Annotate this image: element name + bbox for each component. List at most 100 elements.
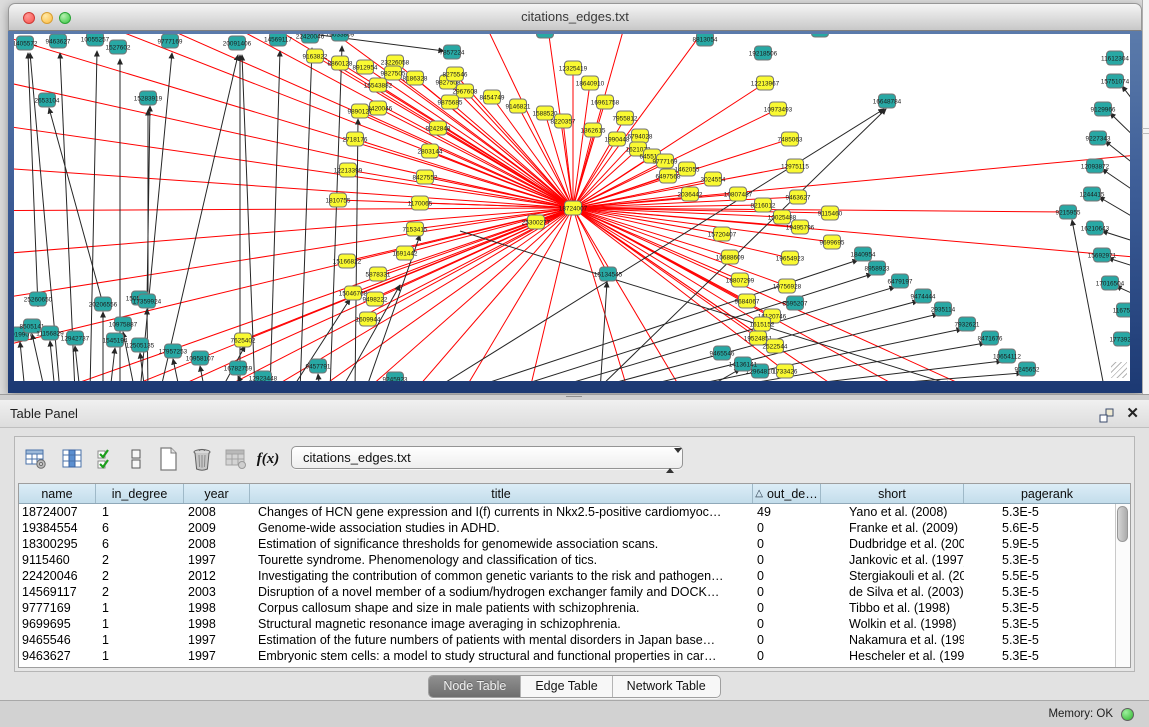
graph-edge-black[interactable] bbox=[1099, 197, 1130, 221]
graph-node[interactable]: 15692971 bbox=[1088, 248, 1117, 262]
canvas-resize-grip[interactable] bbox=[1111, 362, 1127, 378]
table-row[interactable]: 977716911998Corpus callosum shape and si… bbox=[19, 600, 1130, 616]
graph-edge-black[interactable] bbox=[200, 366, 205, 381]
table-column-icon[interactable] bbox=[57, 444, 87, 474]
graph-edge-black[interactable] bbox=[1105, 141, 1130, 176]
zoom-window-button[interactable] bbox=[59, 12, 71, 24]
tab-node-table[interactable]: Node Table bbox=[429, 676, 521, 697]
table-selector-dropdown[interactable]: citations_edges.txt bbox=[291, 446, 683, 469]
graph-edge-black[interactable] bbox=[600, 282, 607, 381]
graph-node[interactable]: 8471676 bbox=[978, 331, 1003, 345]
graph-edge-black[interactable] bbox=[330, 46, 342, 381]
graph-edge-black[interactable] bbox=[355, 119, 358, 381]
graph-node[interactable]: 15751074 bbox=[1101, 74, 1130, 88]
graph-node[interactable]: 8186328 bbox=[403, 71, 428, 85]
graph-node[interactable]: 8860128 bbox=[328, 56, 353, 70]
table-row[interactable]: 1830029562008Estimation of significance … bbox=[19, 536, 1130, 552]
graph-edge-red[interactable] bbox=[14, 61, 573, 208]
graph-node[interactable]: 2653104 bbox=[35, 93, 60, 107]
graph-node[interactable]: 18807299 bbox=[726, 273, 755, 287]
column-header-in_degree[interactable]: in_degree bbox=[96, 484, 184, 503]
graph-node[interactable]: 14569117 bbox=[264, 34, 292, 46]
graph-node[interactable]: 8958923 bbox=[865, 261, 890, 275]
graph-node[interactable]: 1810755 bbox=[326, 193, 351, 207]
graph-edge-red[interactable] bbox=[14, 208, 573, 311]
float-panel-icon[interactable] bbox=[1098, 406, 1115, 423]
graph-node[interactable]: 15134545 bbox=[594, 267, 623, 281]
graph-window-titlebar[interactable]: citations_edges.txt bbox=[8, 3, 1142, 31]
column-header-name[interactable]: name bbox=[19, 484, 96, 503]
graph-node[interactable]: 6794028 bbox=[628, 129, 653, 143]
graph-node[interactable]: 7857224 bbox=[440, 45, 465, 59]
graph-edge-black[interactable] bbox=[1122, 86, 1130, 121]
graph-node[interactable]: 18640910 bbox=[576, 76, 605, 90]
graph-node[interactable]: 9777169 bbox=[158, 34, 183, 48]
graph-node[interactable]: 1244415 bbox=[1080, 187, 1105, 201]
table-row[interactable]: 1938455462009Genome-wide association stu… bbox=[19, 520, 1130, 536]
graph-node[interactable]: 9465546 bbox=[710, 346, 735, 360]
green-checks-icon[interactable] bbox=[91, 444, 121, 474]
graph-node[interactable]: 7625402 bbox=[231, 333, 256, 347]
graph-edge-black[interactable] bbox=[32, 334, 45, 381]
graph-node[interactable]: 12325419 bbox=[559, 61, 588, 75]
graph-node[interactable]: 2036442 bbox=[678, 187, 703, 201]
graph-node[interactable]: 1691442 bbox=[393, 246, 418, 260]
graph-edge-red[interactable] bbox=[563, 121, 573, 208]
column-header-year[interactable]: year bbox=[184, 484, 250, 503]
graph-node[interactable]: 19218506 bbox=[749, 46, 778, 60]
table-row[interactable]: 1872400712008Changes of HCN gene express… bbox=[19, 504, 1130, 520]
graph-edge-black[interactable] bbox=[300, 48, 312, 381]
graph-edge-black[interactable] bbox=[173, 359, 180, 381]
graph-node[interactable]: 7485063 bbox=[778, 132, 803, 146]
graph-node[interactable]: 5878331 bbox=[366, 267, 391, 281]
graph-node[interactable]: 12213967 bbox=[751, 76, 780, 90]
graph-node[interactable]: 3024554 bbox=[701, 172, 726, 186]
graph-edge-red[interactable] bbox=[573, 208, 722, 234]
graph-edge-black[interactable] bbox=[1108, 258, 1130, 271]
graph-node[interactable]: 16648784 bbox=[873, 94, 902, 108]
table-row[interactable]: 946362711997Embryonic stem cells: a mode… bbox=[19, 648, 1130, 664]
graph-node[interactable]: 16961758 bbox=[591, 95, 620, 109]
graph-node[interactable]: 2718176 bbox=[343, 132, 368, 146]
graph-node[interactable]: 8813054 bbox=[693, 34, 718, 46]
graph-node[interactable]: 9245652 bbox=[1015, 362, 1040, 376]
graph-node[interactable]: 9115460 bbox=[818, 206, 843, 220]
graph-edge-black[interactable] bbox=[242, 55, 255, 381]
close-panel-icon[interactable]: ✕ bbox=[1126, 404, 1139, 424]
graph-node[interactable]: 10756928 bbox=[773, 279, 802, 293]
graph-node[interactable]: 10654112 bbox=[993, 349, 1021, 363]
graph-node[interactable]: 9498222 bbox=[363, 292, 388, 306]
vertical-scrollbar[interactable] bbox=[1115, 504, 1130, 667]
graph-node[interactable]: 9245923 bbox=[383, 372, 408, 381]
graph-edge-red[interactable] bbox=[573, 83, 590, 208]
table-row[interactable]: 1456911722003Disruption of a novel membe… bbox=[19, 584, 1130, 600]
graph-node[interactable]: 9463627 bbox=[786, 190, 811, 204]
graph-node[interactable]: 8454749 bbox=[480, 90, 505, 104]
graph-node[interactable]: 2935114 bbox=[931, 302, 956, 316]
graph-node[interactable]: 9129966 bbox=[1091, 102, 1116, 116]
graph-edge-black[interactable] bbox=[1072, 220, 1105, 381]
graph-edge-red[interactable] bbox=[348, 170, 573, 208]
table-row[interactable]: 911546021997Tourette syndrome. Phenomeno… bbox=[19, 552, 1130, 568]
column-header-short[interactable]: short bbox=[821, 484, 964, 503]
graph-edge-black[interactable] bbox=[20, 342, 25, 381]
graph-node[interactable]: 9463627 bbox=[46, 34, 71, 48]
graph-edge-red[interactable] bbox=[573, 102, 605, 208]
trash-icon[interactable] bbox=[187, 444, 217, 474]
graph-node[interactable]: 16782759 bbox=[224, 361, 253, 375]
function-fx-icon[interactable]: f(x) bbox=[253, 444, 283, 474]
graph-node[interactable]: 22420046 bbox=[296, 34, 325, 43]
close-window-button[interactable] bbox=[23, 12, 35, 24]
graph-edge-black[interactable] bbox=[50, 341, 55, 381]
graph-node[interactable]: 6479197 bbox=[888, 274, 913, 288]
graph-node[interactable]: 10807487 bbox=[724, 187, 753, 201]
graph-edge-black[interactable] bbox=[90, 51, 97, 381]
graph-edge-black[interactable] bbox=[270, 51, 280, 381]
graph-node[interactable]: 1405572 bbox=[14, 36, 38, 50]
graph-node[interactable]: 15166822 bbox=[333, 254, 362, 268]
graph-node[interactable]: 18300295 bbox=[531, 34, 560, 38]
tab-network-table[interactable]: Network Table bbox=[613, 676, 720, 697]
graph-node[interactable]: 16210643 bbox=[1081, 221, 1110, 235]
table-row[interactable]: 969969511998Structural magnetic resonanc… bbox=[19, 616, 1130, 632]
graph-node[interactable]: 2522544 bbox=[763, 339, 788, 353]
